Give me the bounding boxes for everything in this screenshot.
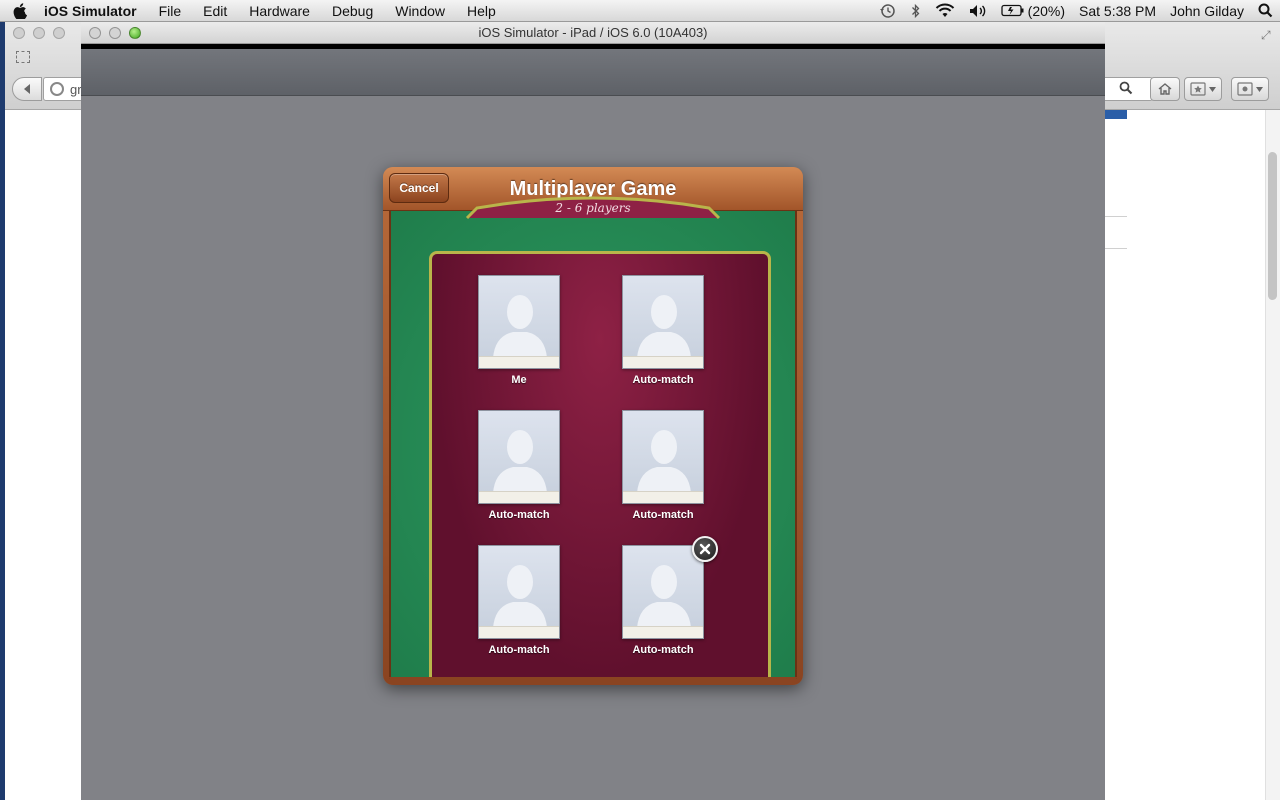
menu-user[interactable]: John Gilday — [1170, 3, 1244, 19]
page-header-strip — [1105, 110, 1127, 119]
simulator-window-controls[interactable] — [89, 27, 141, 39]
remove-player-button[interactable] — [692, 536, 718, 562]
player-slot-auto-match[interactable]: Auto-match — [613, 410, 713, 521]
player-slot-auto-match[interactable]: Auto-match — [469, 410, 569, 521]
player-slot-label: Me — [511, 374, 527, 386]
player-slot-auto-match[interactable]: Auto-match — [469, 545, 569, 656]
player-photo — [622, 545, 704, 639]
browser-close-button[interactable] — [13, 27, 25, 39]
simulator-window-title: iOS Simulator - iPad / iOS 6.0 (10A403) — [478, 25, 708, 40]
gear-icon — [1237, 82, 1253, 96]
player-photo — [622, 410, 704, 504]
menu-hardware[interactable]: Hardware — [238, 0, 321, 22]
players-range-label: 2 - 6 players — [555, 201, 631, 215]
player-photo — [478, 545, 560, 639]
battery-percent: (20%) — [1027, 2, 1066, 19]
player-photo — [478, 410, 560, 504]
person-silhouette-icon — [637, 565, 691, 628]
menu-bar: iOS Simulator File Edit Hardware Debug W… — [0, 0, 1280, 22]
player-photo — [622, 275, 704, 369]
menu-help[interactable]: Help — [456, 0, 507, 22]
menu-edit[interactable]: Edit — [192, 0, 238, 22]
browser-window-controls[interactable] — [13, 27, 65, 39]
fullscreen-icon[interactable]: ⤢ — [1261, 28, 1271, 43]
player-slot-me[interactable]: Me — [469, 275, 569, 386]
home-button[interactable] — [1150, 77, 1180, 101]
player-slot-label: Auto-match — [632, 509, 694, 521]
person-silhouette-icon — [493, 565, 547, 628]
battery-icon[interactable]: (20%) — [1001, 3, 1065, 19]
close-icon — [699, 543, 711, 555]
panel-bottom-edge — [389, 677, 797, 683]
menu-window[interactable]: Window — [384, 0, 456, 22]
bookmarks-button[interactable] — [1184, 77, 1222, 101]
apple-icon[interactable] — [0, 2, 40, 19]
browser-scrollbar-thumb[interactable] — [1268, 152, 1277, 300]
wifi-icon[interactable] — [935, 3, 955, 18]
menu-file[interactable]: File — [148, 0, 193, 22]
person-silhouette-icon — [493, 430, 547, 493]
person-silhouette-icon — [637, 430, 691, 493]
player-slot-label: Auto-match — [632, 374, 694, 386]
simulator-titlebar[interactable]: iOS Simulator - iPad / iOS 6.0 (10A403) — [81, 22, 1105, 44]
green-felt-area — [389, 211, 797, 679]
spotlight-icon[interactable] — [1258, 3, 1273, 18]
reading-list-icon[interactable] — [16, 51, 30, 63]
browser-zoom-button[interactable] — [53, 27, 65, 39]
home-icon — [1158, 83, 1172, 95]
back-arrow-icon — [24, 84, 30, 94]
settings-button[interactable] — [1231, 77, 1269, 101]
player-slot-auto-match[interactable]: Auto-match — [613, 275, 713, 386]
bluetooth-icon[interactable] — [911, 3, 921, 19]
browser-minimize-button[interactable] — [33, 27, 45, 39]
bookmark-star-icon — [1190, 82, 1206, 96]
multiplayer-game-panel: Multiplayer Game Cancel 2 - 6 players Me… — [383, 167, 803, 685]
volume-icon[interactable] — [969, 4, 987, 18]
time-machine-icon[interactable] — [879, 3, 897, 19]
player-photo — [478, 275, 560, 369]
back-button[interactable] — [12, 77, 42, 101]
simulator-close-button[interactable] — [89, 27, 101, 39]
page-divider — [1105, 248, 1127, 249]
menu-clock[interactable]: Sat 5:38 PM — [1079, 3, 1156, 19]
player-slot-label: Auto-match — [488, 509, 550, 521]
page-divider — [1105, 216, 1127, 217]
person-silhouette-icon — [637, 295, 691, 358]
player-slot-label: Auto-match — [488, 644, 550, 656]
simulator-zoom-button[interactable] — [129, 27, 141, 39]
simulator-minimize-button[interactable] — [109, 27, 121, 39]
chevron-down-icon — [1256, 86, 1263, 92]
globe-icon — [50, 82, 64, 96]
menu-app-name[interactable]: iOS Simulator — [40, 0, 148, 22]
player-slot-auto-match[interactable]: Auto-match — [613, 545, 713, 656]
ipad-screen: Multiplayer Game Cancel 2 - 6 players Me… — [81, 44, 1105, 800]
cancel-button[interactable]: Cancel — [389, 173, 449, 203]
player-slot-label: Auto-match — [632, 644, 694, 656]
search-icon[interactable] — [1119, 81, 1133, 100]
chevron-down-icon — [1209, 86, 1216, 92]
ipad-navigation-bar — [81, 49, 1105, 96]
person-silhouette-icon — [493, 295, 547, 358]
menu-debug[interactable]: Debug — [321, 0, 384, 22]
